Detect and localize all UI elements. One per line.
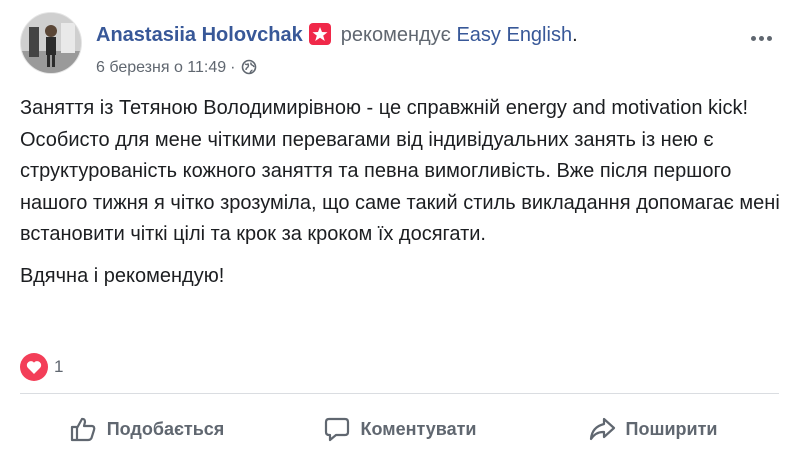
share-icon bbox=[588, 415, 616, 443]
reactions-summary[interactable]: 1 bbox=[20, 352, 64, 381]
reaction-count: 1 bbox=[54, 356, 64, 376]
author-name-link[interactable]: Anastasiia Holovchak bbox=[96, 24, 303, 46]
avatar[interactable] bbox=[20, 12, 82, 74]
post-paragraph: Заняття із Тетяною Володимирівною - це с… bbox=[20, 97, 780, 245]
like-label: Подобається bbox=[106, 418, 225, 439]
comment-button[interactable]: Коментувати bbox=[273, 404, 526, 454]
post-body: Заняття із Тетяною Володимирівною - це с… bbox=[20, 93, 780, 292]
comment-icon bbox=[323, 415, 351, 443]
share-label: Поширити bbox=[625, 418, 718, 439]
divider bbox=[20, 393, 779, 394]
post-meta: 6 березня о 11:49 · bbox=[96, 58, 257, 81]
post-header: Anastasiia Holovchak рекомендує Easy Engl… bbox=[20, 12, 779, 82]
thumbs-up-icon bbox=[69, 415, 97, 443]
share-button[interactable]: Поширити bbox=[526, 404, 779, 454]
more-options-icon[interactable] bbox=[751, 28, 779, 42]
meta-separator: · bbox=[230, 59, 236, 76]
recommends-text: рекомендує bbox=[340, 24, 451, 46]
star-badge-icon bbox=[308, 23, 331, 45]
globe-icon[interactable] bbox=[241, 59, 257, 81]
action-bar: Подобається Коментувати Поширити bbox=[20, 404, 779, 454]
post-paragraph: Вдячна і рекомендую! bbox=[20, 264, 225, 287]
post-timestamp[interactable]: 6 березня о 11:49 bbox=[96, 59, 226, 76]
page-name-link[interactable]: Easy English bbox=[456, 24, 572, 46]
post-card: Anastasiia Holovchak рекомендує Easy Engl… bbox=[0, 0, 799, 461]
author-line: Anastasiia Holovchak рекомендує Easy Engl… bbox=[96, 22, 578, 48]
like-button[interactable]: Подобається bbox=[20, 404, 273, 454]
heart-icon bbox=[20, 352, 48, 381]
page-name-suffix: . bbox=[572, 24, 578, 46]
comment-label: Коментувати bbox=[360, 418, 477, 439]
